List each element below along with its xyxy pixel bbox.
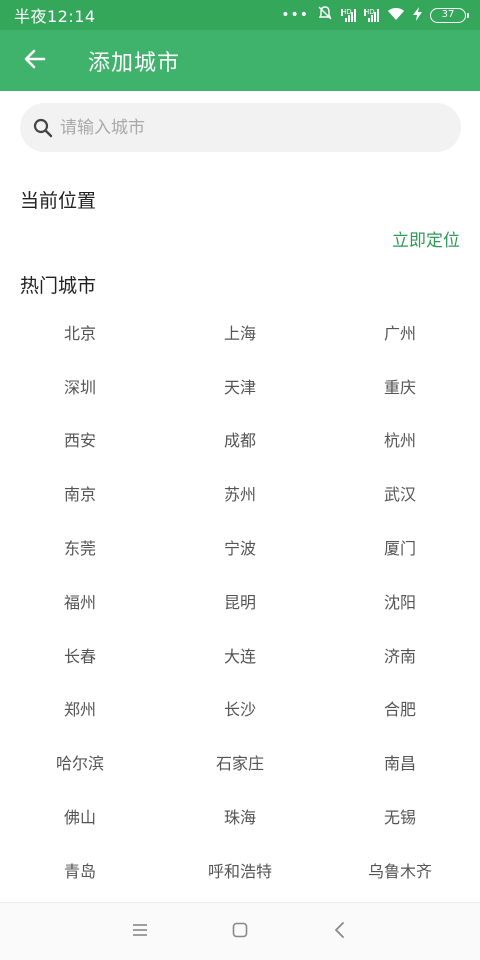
city-item[interactable]: 成都: [160, 413, 320, 467]
back-chevron-icon: [333, 921, 347, 943]
city-item[interactable]: 济南: [320, 628, 480, 682]
back-button[interactable]: [0, 30, 70, 91]
status-bar: 半夜12:14 ••• HD HD 37: [0, 0, 480, 30]
system-nav-bar: [0, 902, 480, 960]
arrow-left-icon: [23, 47, 47, 75]
city-item[interactable]: 武汉: [320, 466, 480, 520]
city-item[interactable]: 长沙: [160, 682, 320, 736]
mute-alarm-icon: [317, 5, 333, 25]
menu-icon: [131, 922, 149, 942]
page-title: 添加城市: [88, 50, 181, 76]
city-item[interactable]: 昆明: [160, 574, 320, 628]
city-item[interactable]: 西安: [0, 413, 160, 467]
city-item[interactable]: 沈阳: [320, 574, 480, 628]
menu-button[interactable]: [90, 903, 190, 960]
city-item[interactable]: 厦门: [320, 520, 480, 574]
status-time: 半夜12:14: [14, 7, 96, 26]
city-item[interactable]: 福州: [0, 574, 160, 628]
city-item[interactable]: 佛山: [0, 789, 160, 843]
nav-back-button[interactable]: [290, 903, 390, 960]
city-item[interactable]: 南京: [0, 466, 160, 520]
notification-dots: •••: [281, 7, 309, 23]
search-bar[interactable]: [20, 103, 461, 152]
city-item[interactable]: 南昌: [320, 735, 480, 789]
city-item[interactable]: 无锡: [320, 789, 480, 843]
city-item[interactable]: 天津: [160, 359, 320, 413]
city-item[interactable]: 北京: [0, 305, 160, 359]
current-location-heading: 当前位置: [20, 190, 97, 212]
wifi-icon: [387, 6, 405, 25]
city-item[interactable]: 深圳: [0, 359, 160, 413]
city-item[interactable]: 东莞: [0, 520, 160, 574]
hot-cities-heading: 热门城市: [20, 275, 97, 297]
city-item[interactable]: 重庆: [320, 359, 480, 413]
city-item[interactable]: 宁波: [160, 520, 320, 574]
search-input[interactable]: [60, 117, 440, 138]
city-item[interactable]: 哈尔滨: [0, 735, 160, 789]
city-item[interactable]: 长春: [0, 628, 160, 682]
city-item[interactable]: 珠海: [160, 789, 320, 843]
city-item[interactable]: 乌鲁木齐: [320, 843, 480, 897]
city-item[interactable]: 上海: [160, 305, 320, 359]
city-item[interactable]: 广州: [320, 305, 480, 359]
city-item[interactable]: 苏州: [160, 466, 320, 520]
home-square-icon: [231, 921, 249, 943]
city-item[interactable]: 合肥: [320, 682, 480, 736]
city-item[interactable]: 石家庄: [160, 735, 320, 789]
battery-indicator: 37: [430, 7, 469, 23]
signal-1-icon: HD: [341, 8, 356, 22]
city-item[interactable]: 大连: [160, 628, 320, 682]
home-button[interactable]: [190, 903, 290, 960]
city-item[interactable]: 杭州: [320, 413, 480, 467]
city-item[interactable]: 郑州: [0, 682, 160, 736]
search-icon: [32, 117, 54, 139]
charging-bolt-icon: [413, 6, 422, 25]
signal-2-icon: HD: [364, 8, 379, 22]
hot-cities-grid: 北京 上海 广州深圳 天津 重庆西安 成都 杭州南京 苏州 武汉东莞 宁波 厦门福州 昆明 沈阳长春 大连…: [0, 305, 480, 897]
locate-now-button[interactable]: 立即定位: [392, 226, 460, 251]
app-bar: 添加城市: [0, 30, 480, 91]
city-item[interactable]: 呼和浩特: [160, 843, 320, 897]
city-item[interactable]: 青岛: [0, 843, 160, 897]
status-icons: ••• HD HD 37: [281, 5, 469, 25]
